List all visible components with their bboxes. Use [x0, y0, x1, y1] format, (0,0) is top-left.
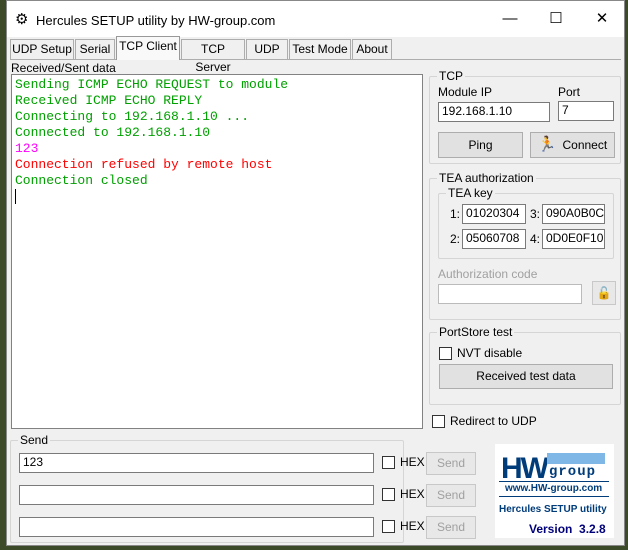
key4-label: 4: — [530, 232, 541, 246]
tea-group-label: TEA authorization — [437, 171, 536, 185]
nvt-disable-checkbox[interactable] — [439, 347, 452, 360]
hex-label: HEX — [400, 519, 425, 533]
hex-checkbox[interactable] — [382, 488, 395, 501]
key1-input[interactable]: 01020304 — [462, 204, 526, 224]
redirect-to-udp-label: Redirect to UDP — [450, 414, 537, 428]
portstore-group-label: PortStore test — [437, 325, 515, 339]
tab-strip-line — [10, 59, 621, 60]
running-man-icon: 🏃 — [537, 136, 557, 153]
send-group-label: Send — [18, 433, 51, 447]
window-title: Hercules SETUP utility by HW-group.com — [36, 13, 276, 28]
tea-key-group: TEA key — [438, 186, 614, 259]
app-window: ⚙ Hercules SETUP utility by HW-group.com… — [6, 0, 625, 546]
key2-input[interactable]: 05060708 — [462, 229, 526, 249]
connect-label: Connect — [562, 138, 608, 152]
tab-udp[interactable]: UDP — [246, 39, 288, 59]
logo-url: www.HW-group.com — [505, 483, 603, 494]
redirect-to-udp-checkbox[interactable] — [432, 415, 445, 428]
hex-label: HEX — [400, 487, 425, 501]
received-data-label: Received/Sent data — [11, 61, 116, 75]
hw-group-logo: HW group www.HW-group.com Hercules SETUP… — [495, 444, 614, 538]
logo-group: group — [549, 464, 597, 480]
send-input[interactable]: 123 — [19, 453, 374, 473]
tab-tcp-client[interactable]: TCP Client — [116, 36, 180, 60]
tab-tcp-server[interactable]: TCP Server — [181, 39, 245, 74]
received-data-textarea[interactable]: Sending ICMP ECHO REQUEST to module Recei… — [11, 74, 423, 429]
text-caret — [15, 189, 16, 204]
key4-input[interactable]: 0D0E0F10 — [542, 229, 605, 249]
tea-key-label: TEA key — [446, 186, 495, 200]
log-line: Connected to 192.168.1.10 — [15, 125, 211, 140]
tab-test-mode[interactable]: Test Mode — [289, 39, 351, 59]
logo-divider — [499, 481, 609, 482]
ping-label: Ping — [468, 138, 493, 152]
tab-about[interactable]: About — [352, 39, 392, 59]
port-label: Port — [558, 85, 581, 99]
authorization-code-label: Authorization code — [438, 267, 538, 281]
lock-icon: 🔓 — [596, 286, 612, 300]
send-input[interactable] — [19, 517, 374, 537]
nvt-disable-label: NVT disable — [457, 346, 523, 360]
tab-serial[interactable]: Serial — [75, 39, 115, 59]
key1-label: 1: — [450, 207, 461, 221]
ping-button[interactable]: Ping — [438, 132, 523, 158]
log-line: Connecting to 192.168.1.10 ... — [15, 109, 250, 124]
log-line: Connection refused by remote host — [15, 157, 273, 172]
key2-label: 2: — [450, 232, 461, 246]
tab-udp-setup[interactable]: UDP Setup — [10, 39, 74, 59]
module-ip-input[interactable]: 192.168.1.10 — [438, 102, 550, 122]
hex-label: HEX — [400, 455, 425, 469]
logo-divider2 — [499, 496, 609, 497]
title-bar: ⚙ Hercules SETUP utility by HW-group.com… — [7, 1, 624, 37]
unlock-button[interactable]: 🔓 — [592, 281, 616, 305]
log-line: 123 — [15, 141, 39, 156]
port-input[interactable]: 7 — [558, 101, 614, 121]
send-button[interactable]: Send — [426, 452, 476, 475]
log-line: Received ICMP ECHO REPLY — [15, 93, 203, 108]
tcp-group-label: TCP — [437, 69, 465, 83]
log-line: Sending ICMP ECHO REQUEST to module — [15, 77, 289, 92]
logo-version: Version 3.2.8 — [529, 522, 606, 536]
logo-product: Hercules SETUP utility — [499, 504, 607, 515]
version-value: 3.2.8 — [579, 522, 606, 536]
key3-input[interactable]: 090A0B0C — [542, 204, 605, 224]
hex-checkbox[interactable] — [382, 520, 395, 533]
hex-checkbox[interactable] — [382, 456, 395, 469]
authorization-code-input[interactable] — [438, 284, 582, 304]
close-button[interactable]: ✕ — [579, 1, 625, 37]
key3-label: 3: — [530, 207, 541, 221]
send-button[interactable]: Send — [426, 516, 476, 539]
module-ip-label: Module IP — [438, 85, 493, 99]
logo-bar — [547, 453, 605, 464]
log-line: Connection closed — [15, 173, 148, 188]
received-test-data-button[interactable]: Received test data — [439, 364, 613, 389]
version-label: Version — [529, 522, 573, 536]
send-button[interactable]: Send — [426, 484, 476, 507]
minimize-button[interactable]: — — [487, 1, 533, 37]
maximize-button[interactable]: ☐ — [533, 1, 579, 37]
send-input[interactable] — [19, 485, 374, 505]
connect-button[interactable]: 🏃 Connect — [530, 132, 615, 158]
hercules-app-icon: ⚙ — [15, 11, 29, 28]
